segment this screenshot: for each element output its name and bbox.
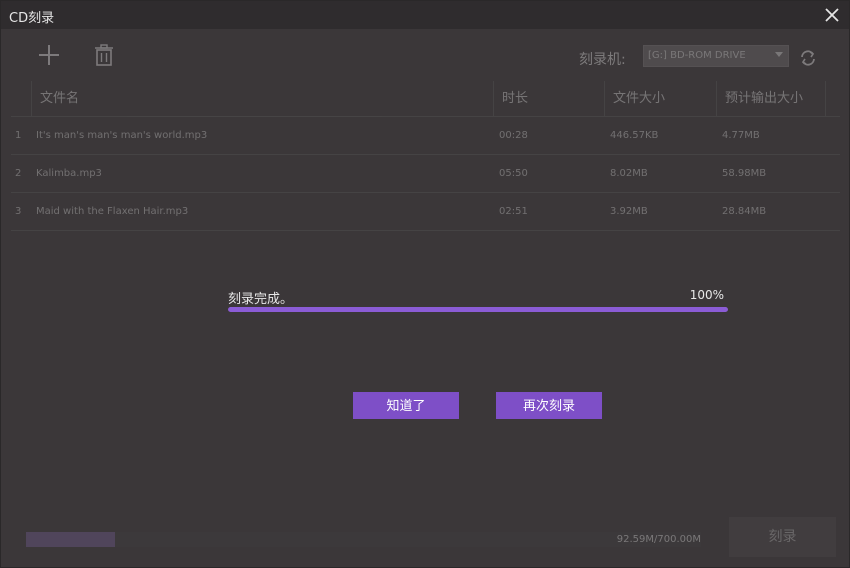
- row-file-size: 446.57KB: [610, 130, 659, 141]
- cd-burn-window: CD刻录 刻录机: [G:] BD-ROM DRIVE 文件名 时长 文件大小 …: [0, 0, 850, 568]
- refresh-icon[interactable]: [799, 49, 817, 67]
- burn-percent-text: 100%: [689, 288, 724, 302]
- window-title: CD刻录: [9, 11, 55, 26]
- row-output-size: 28.84MB: [722, 206, 767, 217]
- burn-again-button[interactable]: 再次刻录: [496, 392, 602, 419]
- row-output-size: 4.77MB: [722, 130, 760, 141]
- trash-icon[interactable]: [92, 43, 116, 67]
- burn-button[interactable]: 刻录: [729, 517, 836, 557]
- column-header-name: 文件名: [31, 81, 493, 117]
- ok-button[interactable]: 知道了: [353, 392, 459, 419]
- row-duration: 05:50: [499, 168, 528, 179]
- burner-select[interactable]: [G:] BD-ROM DRIVE: [643, 45, 789, 67]
- burn-progress-fill: [228, 307, 728, 312]
- file-table: 文件名 时长 文件大小 预计输出大小 1 It's man's man's ma…: [11, 81, 840, 231]
- toolbar: 刻录机: [G:] BD-ROM DRIVE: [1, 29, 849, 81]
- burn-progress-bar: [228, 307, 728, 312]
- close-icon[interactable]: [821, 4, 843, 26]
- row-file-size: 3.92MB: [610, 206, 648, 217]
- column-header-size: 文件大小: [604, 81, 716, 117]
- title-bar: CD刻录: [1, 1, 849, 29]
- row-duration: 00:28: [499, 130, 528, 141]
- table-row[interactable]: 1 It's man's man's man's world.mp3 00:28…: [11, 117, 840, 155]
- row-output-size: 58.98MB: [722, 168, 767, 179]
- row-file-name: Kalimba.mp3: [36, 168, 102, 179]
- burner-select-value: [G:] BD-ROM DRIVE: [648, 50, 746, 61]
- column-header-output: 预计输出大小: [716, 81, 826, 117]
- table-header: 文件名 时长 文件大小 预计输出大小: [11, 81, 840, 117]
- burner-label: 刻录机:: [579, 52, 626, 68]
- row-index: 1: [15, 130, 22, 141]
- add-icon[interactable]: [37, 43, 61, 67]
- row-file-name: It's man's man's man's world.mp3: [36, 130, 208, 141]
- row-duration: 02:51: [499, 206, 528, 217]
- table-row[interactable]: 2 Kalimba.mp3 05:50 8.02MB 58.98MB: [11, 155, 840, 193]
- row-file-size: 8.02MB: [610, 168, 648, 179]
- chevron-down-icon: [775, 52, 783, 57]
- column-header-duration: 时长: [493, 81, 604, 117]
- row-index: 2: [15, 168, 22, 179]
- table-row[interactable]: 3 Maid with the Flaxen Hair.mp3 02:51 3.…: [11, 193, 840, 231]
- row-file-name: Maid with the Flaxen Hair.mp3: [36, 206, 189, 217]
- disc-capacity-fill: [26, 532, 116, 547]
- row-index: 3: [15, 206, 22, 217]
- disc-capacity-text: 92.59M/700.00M: [616, 534, 701, 545]
- burn-status-text: 刻录完成。: [228, 292, 294, 307]
